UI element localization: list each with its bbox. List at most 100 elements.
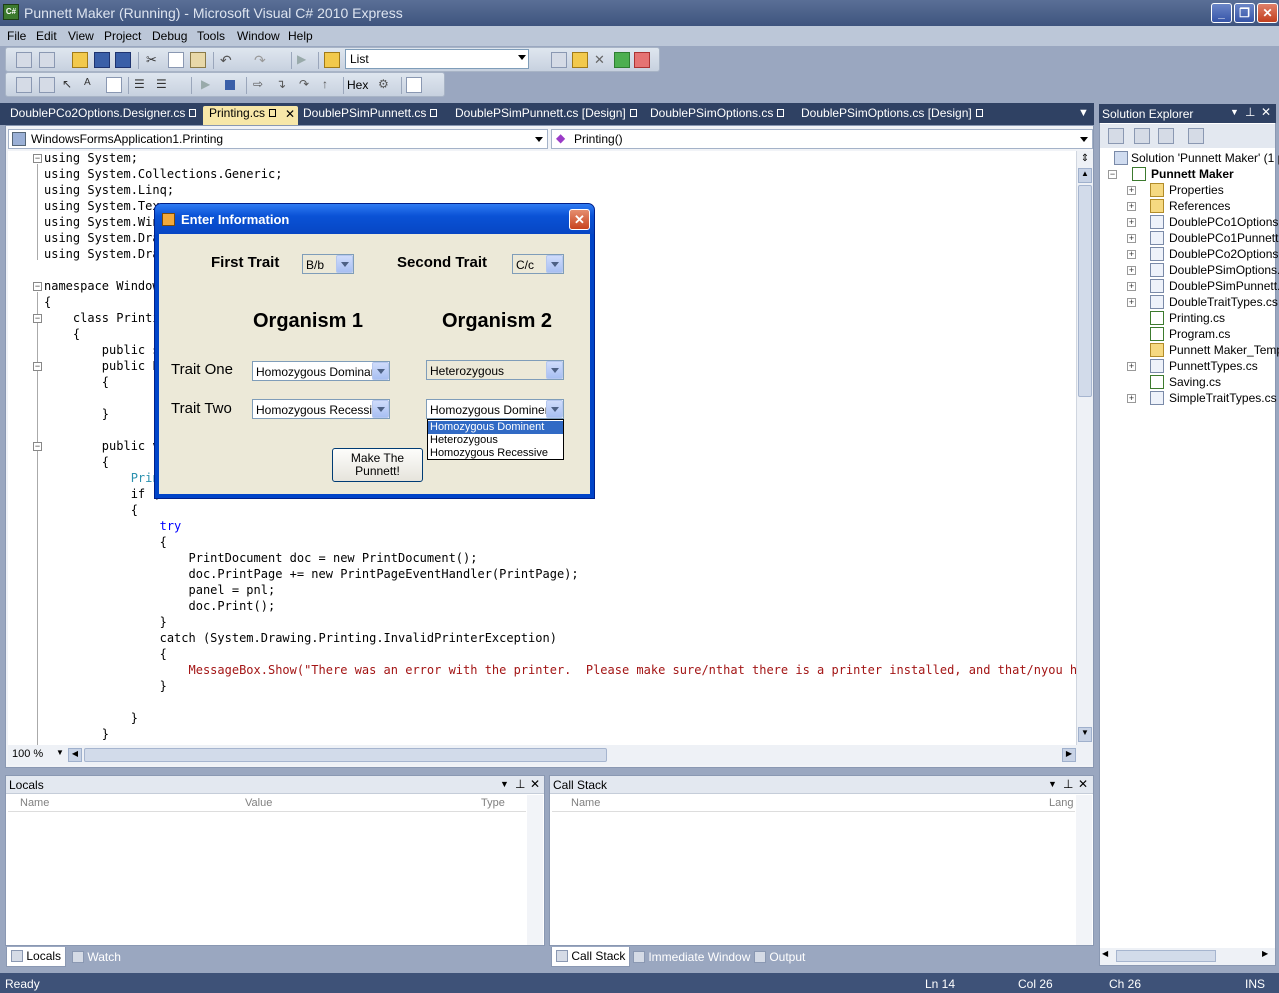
chevron-down-icon[interactable]: ▼ [1048, 779, 1057, 789]
menu-debug[interactable]: Debug [152, 29, 187, 43]
tree-item-file[interactable]: DoublePCo1Options.c [1169, 215, 1279, 229]
tree-item-file[interactable]: DoublePSimOptions.cs [1169, 263, 1279, 277]
tab-doublepsimoptions-design[interactable]: DoublePSimOptions.cs [Design] [795, 106, 983, 125]
debug-windows-icon[interactable] [16, 77, 32, 93]
redo-icon[interactable]: ↷ [254, 52, 270, 68]
undo-icon[interactable]: ↶ [220, 52, 236, 68]
list-icon[interactable] [106, 77, 122, 93]
chevron-down-icon[interactable] [546, 400, 563, 418]
save-icon[interactable] [94, 52, 110, 68]
copy-icon[interactable] [168, 52, 184, 68]
properties-icon[interactable] [1108, 128, 1124, 144]
expand-icon[interactable]: + [1127, 266, 1136, 275]
organism1-trait2-select[interactable]: Homozygous Recessive [252, 399, 390, 419]
tree-item-references[interactable]: References [1169, 199, 1230, 213]
tools-icon[interactable]: ✕ [594, 52, 610, 68]
tab-call-stack[interactable]: Call Stack [551, 947, 631, 967]
vertical-scrollbar[interactable]: ⇕ ▲ ▼ [1076, 151, 1093, 745]
collapse-icon[interactable]: − [33, 154, 42, 163]
expand-icon[interactable]: + [1127, 282, 1136, 291]
expand-icon[interactable]: + [1127, 186, 1136, 195]
scroll-up-icon[interactable]: ▲ [1078, 168, 1092, 183]
chevron-down-icon[interactable] [336, 255, 353, 273]
breakpoints-icon[interactable] [39, 77, 55, 93]
organism1-trait1-select[interactable]: Homozygous Dominant [252, 361, 390, 381]
chevron-down-icon[interactable] [546, 361, 563, 379]
menu-file[interactable]: File [7, 29, 26, 43]
tab-list-dropdown-icon[interactable]: ▼ [1078, 107, 1089, 119]
tree-item-file[interactable]: Punnett Maker_Tempo [1169, 343, 1279, 357]
chevron-down-icon[interactable] [546, 255, 563, 273]
tree-item-file[interactable]: DoublePCo2Options.c [1169, 247, 1279, 261]
expand-icon[interactable]: + [1127, 362, 1136, 371]
maximize-button[interactable]: ❐ [1234, 3, 1255, 23]
make-punnett-button[interactable]: Make The Punnett! [332, 448, 423, 482]
paste-icon[interactable] [190, 52, 206, 68]
tab-immediate-window[interactable]: Immediate Window [633, 950, 750, 970]
tree-item-file[interactable]: DoublePCo1Punnett.c [1169, 231, 1279, 245]
menu-view[interactable]: View [68, 29, 94, 43]
menu-help[interactable]: Help [288, 29, 313, 43]
step-over-icon[interactable]: ↷ [299, 77, 315, 93]
locals-scrollbar[interactable] [527, 795, 543, 945]
output-icon[interactable] [406, 77, 422, 93]
show-all-files-icon[interactable] [1134, 128, 1150, 144]
callstack-scrollbar[interactable] [1076, 795, 1092, 945]
menu-project[interactable]: Project [104, 29, 141, 43]
dropdown-option[interactable]: Homozygous Recessive [428, 447, 563, 460]
tab-watch[interactable]: Watch [72, 950, 121, 970]
dialog-close-button[interactable]: ✕ [569, 209, 590, 230]
close-button[interactable]: ✕ [1257, 3, 1278, 23]
dropdown-option[interactable]: Heterozygous [428, 434, 563, 447]
expand-icon[interactable]: + [1127, 394, 1136, 403]
find-combo[interactable]: List [345, 49, 529, 69]
find-icon[interactable] [551, 52, 567, 68]
menu-window[interactable]: Window [237, 29, 280, 43]
object-browser-icon[interactable] [614, 52, 630, 68]
collapse-icon[interactable]: − [1108, 170, 1117, 179]
properties-icon[interactable] [572, 52, 588, 68]
horizontal-scroll-thumb[interactable] [84, 748, 607, 762]
first-trait-select[interactable]: B/b [302, 254, 354, 274]
chevron-down-icon[interactable]: ▼ [1230, 107, 1239, 117]
minimize-button[interactable]: _ [1211, 3, 1232, 23]
chevron-down-icon[interactable] [372, 400, 389, 418]
view-code-icon[interactable] [1188, 128, 1204, 144]
member-combo[interactable]: ◆ Printing() [551, 129, 1093, 149]
threads-icon[interactable]: ⚙ [378, 77, 394, 93]
tree-item-file[interactable]: PunnettTypes.cs [1169, 359, 1258, 373]
tab-printing[interactable]: Printing.cs ✕ [203, 106, 298, 125]
step-out-icon[interactable]: ↑ [322, 77, 338, 93]
open-icon[interactable] [72, 52, 88, 68]
scroll-thumb[interactable] [1116, 950, 1216, 962]
organism2-trait2-select[interactable]: Homozygous Dominent [426, 399, 564, 419]
cut-icon[interactable]: ✂ [146, 52, 162, 68]
expand-icon[interactable]: + [1127, 298, 1136, 307]
chevron-down-icon[interactable]: ▼ [56, 748, 64, 757]
uncomment-icon[interactable]: ☰ [156, 77, 172, 93]
find-in-files-icon[interactable] [324, 52, 340, 68]
spelling-icon[interactable]: A [84, 77, 100, 93]
save-all-icon[interactable] [115, 52, 131, 68]
chevron-down-icon[interactable] [372, 362, 389, 380]
tab-doublepsimpunnett-design[interactable]: DoublePSimPunnett.cs [Design] [449, 106, 637, 125]
dropdown-option[interactable]: Homozygous Dominent [428, 421, 563, 434]
cursor-icon[interactable]: ↖ [62, 77, 78, 93]
close-icon[interactable]: ✕ [530, 777, 540, 791]
step-into-icon[interactable]: ↴ [276, 77, 292, 93]
pin-icon[interactable]: ⊥ [1063, 777, 1073, 791]
pin-icon[interactable]: ⊥ [515, 777, 525, 791]
tab-locals[interactable]: Locals [6, 947, 67, 967]
collapse-icon[interactable]: − [33, 314, 42, 323]
tab-doublepsimpunnett[interactable]: DoublePSimPunnett.cs [297, 106, 438, 125]
tab-output[interactable]: Output [754, 950, 805, 970]
tree-item-file[interactable]: DoublePSimPunnett.cs [1169, 279, 1279, 293]
split-icon[interactable]: ⇕ [1078, 153, 1092, 167]
scroll-right-icon[interactable]: ▶ [1062, 748, 1076, 762]
new-project-icon[interactable] [16, 52, 32, 68]
toolbox-icon[interactable] [634, 52, 650, 68]
close-tab-icon[interactable]: ✕ [285, 107, 295, 121]
expand-icon[interactable]: + [1127, 250, 1136, 259]
zoom-level[interactable]: 100 % [12, 748, 43, 760]
tree-item-file[interactable]: Saving.cs [1169, 375, 1221, 389]
